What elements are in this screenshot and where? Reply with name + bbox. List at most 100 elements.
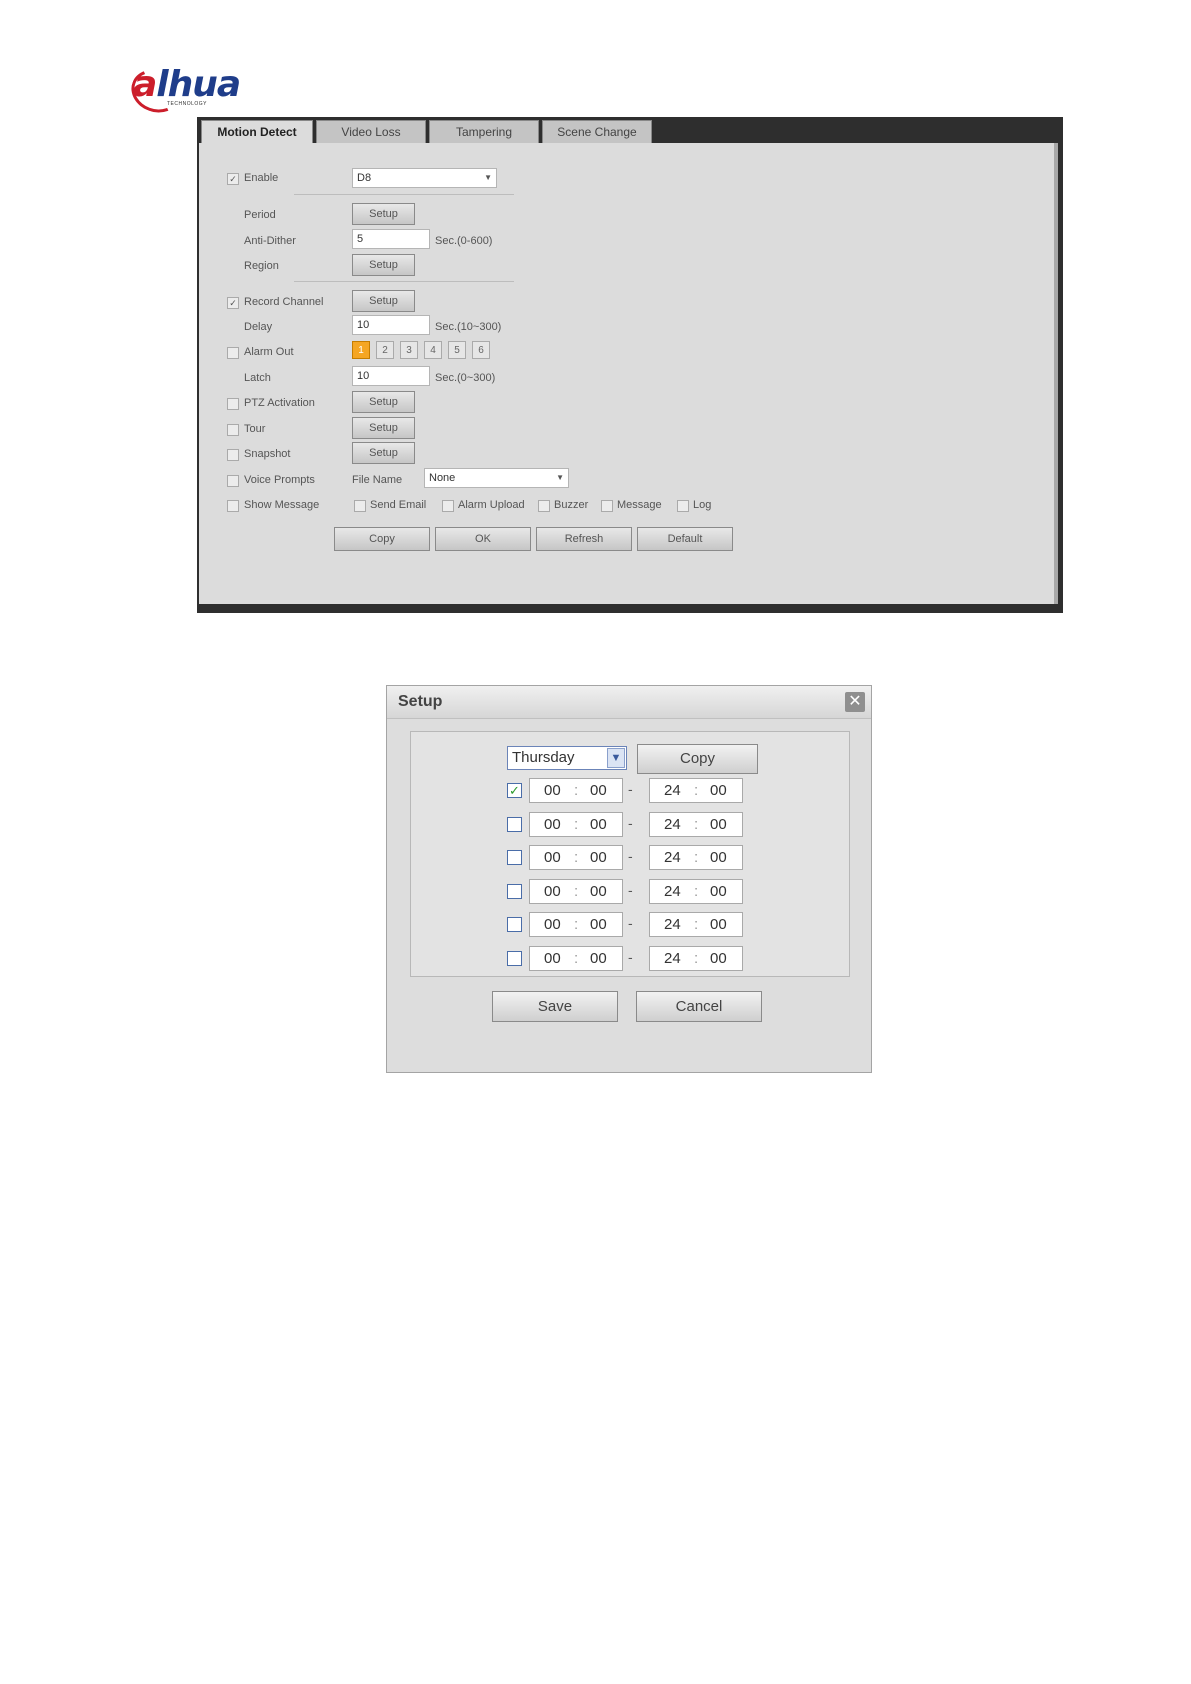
buzzer-checkbox[interactable] [538,500,550,512]
hour-value[interactable]: 24 [664,816,681,833]
hour-value[interactable]: 00 [544,883,561,900]
show-message-checkbox[interactable] [227,500,239,512]
tab-tampering[interactable]: Tampering [429,120,539,143]
minute-value[interactable]: 00 [590,916,607,933]
minute-value[interactable]: 00 [590,883,607,900]
enable-label: Enable [244,172,279,184]
hour-value[interactable]: 24 [664,849,681,866]
dialog-header: Setup ✕ [387,686,871,719]
hour-value[interactable]: 00 [544,916,561,933]
alarm-output-5[interactable]: 5 [448,341,466,359]
motion-detect-panel: Motion Detect Video Loss Tampering Scene… [197,117,1063,613]
save-button[interactable]: Save [492,991,618,1022]
end-time-input[interactable]: 24:00 [649,778,743,803]
start-time-input[interactable]: 00:00 [529,812,623,837]
snapshot-label: Snapshot [244,448,291,460]
divider [294,281,514,282]
copy-button[interactable]: Copy [334,527,430,551]
anti-dither-unit: Sec.(0-600) [435,235,493,247]
minute-value[interactable]: 00 [710,883,727,900]
ok-button[interactable]: OK [435,527,531,551]
ptz-activation-checkbox[interactable] [227,398,239,410]
latch-input[interactable]: 10 [352,366,430,386]
tour-checkbox[interactable] [227,424,239,436]
minute-value[interactable]: 00 [710,950,727,967]
hour-value[interactable]: 00 [544,782,561,799]
message-label: Message [617,499,662,511]
hour-value[interactable]: 00 [544,816,561,833]
end-time-input[interactable]: 24:00 [649,879,743,904]
end-time-input[interactable]: 24:00 [649,845,743,870]
day-value: Thursday [512,749,575,766]
alarm-upload-checkbox[interactable] [442,500,454,512]
period-checkbox[interactable] [507,917,522,932]
end-time-input[interactable]: 24:00 [649,912,743,937]
hour-value[interactable]: 24 [664,916,681,933]
minute-value[interactable]: 00 [590,816,607,833]
alarm-output-2[interactable]: 2 [376,341,394,359]
start-time-input[interactable]: 00:00 [529,912,623,937]
file-name-select[interactable]: None ▼ [424,468,569,488]
hour-value[interactable]: 00 [544,950,561,967]
snapshot-checkbox[interactable] [227,449,239,461]
dialog-copy-button[interactable]: Copy [637,744,758,774]
tab-motion-detect[interactable]: Motion Detect [201,120,313,143]
hour-value[interactable]: 24 [664,782,681,799]
cancel-button[interactable]: Cancel [636,991,762,1022]
alarm-upload-label: Alarm Upload [458,499,525,511]
period-setup-button[interactable]: Setup [352,203,415,225]
minute-value[interactable]: 00 [710,916,727,933]
start-time-input[interactable]: 00:00 [529,946,623,971]
time-colon: : [574,883,579,900]
voice-prompts-checkbox[interactable] [227,475,239,487]
start-time-input[interactable]: 00:00 [529,845,623,870]
tour-setup-button[interactable]: Setup [352,417,415,439]
alarm-output-3[interactable]: 3 [400,341,418,359]
buzzer-label: Buzzer [554,499,589,511]
hour-value[interactable]: 00 [544,849,561,866]
hour-value[interactable]: 24 [664,883,681,900]
region-setup-button[interactable]: Setup [352,254,415,276]
default-button[interactable]: Default [637,527,733,551]
period-checkbox[interactable] [507,850,522,865]
alarm-output-6[interactable]: 6 [472,341,490,359]
period-checkbox[interactable] [507,817,522,832]
alarm-out-checkbox[interactable] [227,347,239,359]
minute-value[interactable]: 00 [590,950,607,967]
tab-video-loss[interactable]: Video Loss [316,120,426,143]
minute-value[interactable]: 00 [710,782,727,799]
dahua-logo: alhua TECHNOLOGY [125,62,263,120]
minute-value[interactable]: 00 [590,782,607,799]
file-name-value: None [429,472,456,484]
refresh-button[interactable]: Refresh [536,527,632,551]
message-checkbox[interactable] [601,500,613,512]
minute-value[interactable]: 00 [710,849,727,866]
snapshot-setup-button[interactable]: Setup [352,442,415,464]
send-email-checkbox[interactable] [354,500,366,512]
record-channel-checkbox[interactable]: ✓ [227,297,239,309]
day-select[interactable]: Thursday ▼ [507,746,627,770]
time-colon: : [574,916,579,933]
period-checkbox[interactable] [507,951,522,966]
minute-value[interactable]: 00 [590,849,607,866]
tab-scene-change[interactable]: Scene Change [542,120,652,143]
ptz-setup-button[interactable]: Setup [352,391,415,413]
minute-value[interactable]: 00 [710,816,727,833]
alarm-output-4[interactable]: 4 [424,341,442,359]
period-checkbox[interactable]: ✓ [507,783,522,798]
start-time-input[interactable]: 00:00 [529,778,623,803]
channel-select[interactable]: D8 ▼ [352,168,497,188]
enable-checkbox[interactable]: ✓ [227,173,239,185]
time-colon: : [694,883,699,900]
record-channel-setup-button[interactable]: Setup [352,290,415,312]
log-checkbox[interactable] [677,500,689,512]
anti-dither-input[interactable]: 5 [352,229,430,249]
alarm-output-1[interactable]: 1 [352,341,370,359]
end-time-input[interactable]: 24:00 [649,946,743,971]
end-time-input[interactable]: 24:00 [649,812,743,837]
start-time-input[interactable]: 00:00 [529,879,623,904]
delay-input[interactable]: 10 [352,315,430,335]
close-icon[interactable]: ✕ [845,692,865,712]
period-checkbox[interactable] [507,884,522,899]
hour-value[interactable]: 24 [664,950,681,967]
